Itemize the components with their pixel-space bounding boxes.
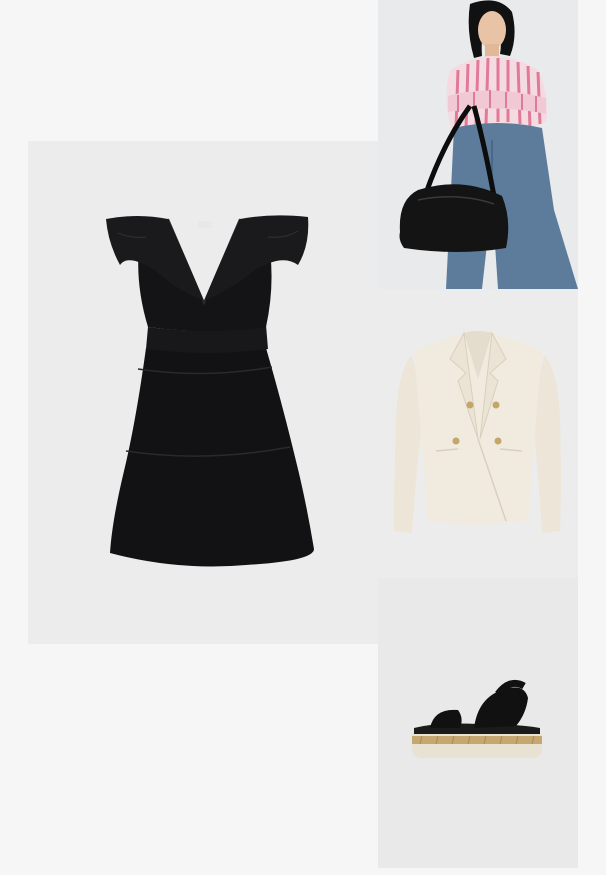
dress-product-tile[interactable] — [28, 141, 378, 644]
model-bag-product-tile[interactable] — [378, 0, 578, 289]
black-platform-sandal-image — [412, 679, 542, 758]
blazer-product-tile[interactable] — [378, 289, 578, 578]
model-with-black-bag-image — [378, 0, 578, 289]
black-ruffle-dress-image — [106, 215, 314, 567]
outfit-collage: { "collage": { "items": [ {"id": "dress"… — [0, 0, 606, 875]
cream-blazer-image — [394, 331, 561, 533]
sandal-product-tile[interactable] — [378, 578, 578, 868]
